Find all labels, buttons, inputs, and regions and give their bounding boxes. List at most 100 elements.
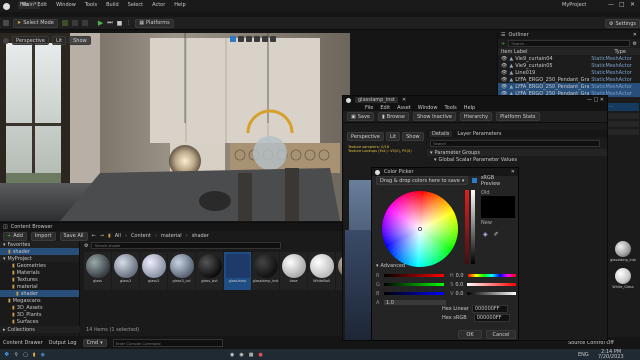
maximize-icon[interactable]: □ bbox=[619, 1, 625, 8]
asset-tile[interactable]: glass3 bbox=[112, 252, 139, 290]
eyedropper-icon[interactable]: ✐ bbox=[494, 231, 499, 238]
cmd-dropdown[interactable]: Cmd ▾ bbox=[82, 339, 107, 347]
unreal-taskbar-icon[interactable]: ◉ bbox=[230, 352, 234, 358]
material-tab[interactable]: glasslamp_inst bbox=[355, 97, 398, 103]
mat-menu-tools[interactable]: Tools bbox=[444, 105, 456, 111]
mat-browse-button[interactable]: ▮ Browse bbox=[378, 112, 409, 121]
platform-stats-button[interactable]: Platform Stats bbox=[496, 112, 540, 121]
clock-date[interactable]: 7/20/2023 bbox=[598, 354, 624, 360]
scale-tool-icon[interactable] bbox=[254, 36, 260, 42]
recorder-taskbar-icon[interactable]: ● bbox=[258, 352, 262, 358]
select-mode-button[interactable]: ➤ Select Mode bbox=[13, 18, 58, 28]
alpha-slider[interactable]: 1.0 bbox=[384, 300, 446, 306]
hue-value[interactable]: 0.0 bbox=[456, 273, 464, 279]
mat-menu-window[interactable]: Window bbox=[418, 105, 438, 111]
platforms-button[interactable]: ▦ Platforms bbox=[135, 18, 174, 28]
blue-slider[interactable] bbox=[383, 292, 445, 295]
save-level-icon[interactable] bbox=[3, 20, 9, 26]
collections-header[interactable]: Collections bbox=[8, 327, 35, 333]
file-explorer-icon[interactable]: ▮ bbox=[33, 352, 36, 358]
perspective-button[interactable]: Perspective bbox=[12, 36, 49, 45]
skip-icon[interactable]: ⏭ bbox=[107, 19, 112, 27]
unreal-taskbar-icon-2[interactable]: ◉ bbox=[239, 352, 243, 358]
task-view-icon[interactable]: ▢ bbox=[23, 352, 28, 358]
eye-icon[interactable]: 👁 bbox=[501, 70, 507, 76]
eye-icon[interactable]: 👁 bbox=[501, 77, 507, 83]
side-asset[interactable]: glasslamp_inst bbox=[606, 241, 640, 262]
favorite-item-shader[interactable]: shader bbox=[13, 249, 30, 255]
play-options-icon[interactable]: ⋮ bbox=[126, 20, 131, 26]
window-controls-icon[interactable]: — □ ✕ bbox=[587, 97, 604, 103]
mat-menu-file[interactable]: File bbox=[365, 105, 373, 111]
color-wheel[interactable] bbox=[378, 187, 462, 271]
eye-icon[interactable]: 👁 bbox=[501, 63, 507, 69]
close-icon[interactable]: ✕ bbox=[630, 1, 635, 8]
green-slider[interactable] bbox=[383, 283, 445, 286]
asset-tile[interactable]: glasslamp bbox=[224, 252, 251, 290]
favorites-header[interactable]: Favorites bbox=[8, 242, 31, 248]
outliner-row[interactable]: 👁 ▲ Vie9_curtain04 StaticMeshActor bbox=[498, 55, 640, 62]
outliner-row[interactable]: 👁 ▲ Line019 StaticMeshActor bbox=[498, 69, 640, 76]
value-channel-value[interactable]: 0.0 bbox=[456, 291, 464, 297]
output-log-button[interactable]: Output Log bbox=[49, 340, 77, 346]
filter-icon[interactable]: ⚙ bbox=[633, 41, 637, 47]
select-tool-icon[interactable] bbox=[230, 36, 236, 42]
saturation-slider[interactable] bbox=[465, 190, 469, 264]
breadcrumb-content[interactable]: Content bbox=[131, 233, 151, 239]
menu-select[interactable]: Select bbox=[128, 2, 143, 8]
srgb-checkbox[interactable] bbox=[472, 178, 477, 183]
breadcrumb-shader[interactable]: shader bbox=[192, 233, 209, 239]
menu-help[interactable]: Help bbox=[174, 2, 185, 8]
asset-tile[interactable]: glass3_col bbox=[168, 252, 195, 290]
stop-icon[interactable]: ■ bbox=[117, 20, 123, 27]
eye-icon[interactable]: 👁 bbox=[501, 84, 507, 90]
viewport-options-icon[interactable] bbox=[3, 37, 9, 44]
asset-tile[interactable]: glass bbox=[84, 252, 111, 290]
mat-lit-button[interactable]: Lit bbox=[385, 132, 401, 141]
hierarchy-button[interactable]: Hierarchy bbox=[459, 112, 493, 121]
mat-menu-edit[interactable]: Edit bbox=[380, 105, 390, 111]
outliner-row[interactable]: 👁 ▲ Vie9_curtain05 StaticMeshActor bbox=[498, 62, 640, 69]
menu-window[interactable]: Window bbox=[56, 2, 76, 8]
search-icon[interactable]: ⚲ bbox=[14, 352, 18, 358]
minimize-icon[interactable]: — bbox=[608, 1, 614, 8]
show-button[interactable]: Show bbox=[69, 36, 91, 45]
tree-folder[interactable]: ▮ material bbox=[0, 283, 79, 290]
eye-icon[interactable]: 👁 bbox=[501, 56, 507, 62]
asset-search-input[interactable] bbox=[91, 242, 282, 249]
asset-tile[interactable]: glass3 bbox=[140, 252, 167, 290]
side-field[interactable] bbox=[607, 121, 639, 127]
add-icon[interactable]: + bbox=[501, 41, 505, 47]
tree-folder[interactable]: ▮ Surfaces bbox=[0, 318, 79, 325]
move-tool-icon[interactable] bbox=[238, 36, 244, 42]
world-space-icon[interactable] bbox=[262, 36, 268, 42]
add-actor-icon[interactable] bbox=[61, 20, 68, 26]
hex-linear-input[interactable]: 000000FF bbox=[471, 305, 508, 313]
settings-button[interactable]: ⚙ Settings bbox=[605, 19, 640, 28]
windows-start-icon[interactable]: ❖ bbox=[4, 351, 9, 358]
project-header[interactable]: MyProject bbox=[8, 256, 32, 262]
outliner-close-icon[interactable]: ✕ bbox=[633, 32, 637, 38]
breadcrumb-material[interactable]: material bbox=[161, 233, 182, 239]
advanced-toggle[interactable]: Advanced bbox=[381, 263, 406, 269]
tree-folder[interactable]: ▮ 3D_Assets bbox=[0, 304, 79, 311]
play-icon[interactable]: ▶ bbox=[98, 19, 103, 27]
mat-menu-help[interactable]: Help bbox=[464, 105, 475, 111]
saturation-value[interactable]: 0.0 bbox=[455, 282, 463, 288]
content-drawer-button[interactable]: Content Drawer bbox=[3, 340, 43, 346]
color-theme-dropdown[interactable]: Drag & drop colors here to save ▾ bbox=[376, 176, 468, 185]
save-all-button[interactable]: Save All bbox=[59, 231, 88, 241]
side-field[interactable] bbox=[607, 129, 639, 135]
mat-perspective-button[interactable]: Perspective bbox=[347, 132, 384, 141]
value-slider[interactable] bbox=[471, 190, 475, 264]
menu-file[interactable]: File bbox=[20, 2, 28, 8]
tree-folder[interactable]: ▮ Megascans bbox=[0, 297, 79, 304]
console-input[interactable] bbox=[112, 339, 223, 347]
menu-build[interactable]: Build bbox=[106, 2, 119, 8]
side-field[interactable] bbox=[607, 113, 639, 119]
menu-tools[interactable]: Tools bbox=[85, 2, 97, 8]
outliner-search-input[interactable] bbox=[508, 40, 630, 47]
column-item-label[interactable]: Item Label bbox=[501, 49, 527, 55]
global-scalar-header[interactable]: Global Scalar Parameter Values bbox=[439, 157, 518, 163]
layer-parameters-tab[interactable]: Layer Parameters bbox=[457, 131, 501, 137]
